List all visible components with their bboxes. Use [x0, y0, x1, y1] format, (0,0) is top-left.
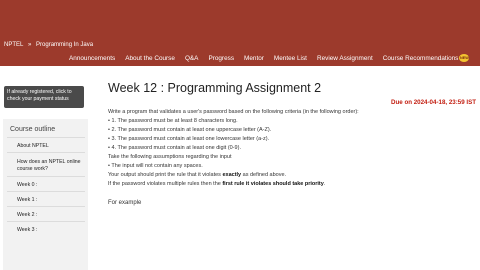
outline-item-week-2[interactable]: Week 2 :	[17, 212, 85, 219]
breadcrumb: NPTEL » Programming In Java	[4, 42, 96, 48]
outline-item-week-0[interactable]: Week 0 :	[17, 182, 85, 189]
rule-4: • 4. The password must contain at least …	[108, 145, 241, 151]
course-outline: Course outline About NPTEL How does an N…	[3, 119, 88, 270]
breadcrumb-org[interactable]: NPTEL	[4, 42, 23, 48]
outline-divider	[7, 221, 85, 222]
nav-about-course[interactable]: About the Course	[120, 53, 180, 65]
outline-divider	[7, 206, 85, 207]
output-instruction-emphasis: exactly	[222, 172, 242, 178]
output-instruction-end: as defined above.	[241, 172, 287, 178]
output-instruction: Your output should print the rule that i…	[108, 172, 286, 178]
outline-divider	[7, 152, 85, 153]
nav-course-recommendations-label: Course Recommendations	[382, 55, 459, 62]
outline-item-about-nptel[interactable]: About NPTEL	[17, 143, 85, 150]
output-instruction-start: Your output should print the rule that i…	[108, 172, 223, 178]
due-date: Due on 2024-04-18, 23:59 IST	[391, 99, 476, 106]
outline-divider	[7, 191, 85, 192]
outline-item-how-course-works[interactable]: How does an NPTEL online course work?	[17, 159, 85, 173]
assumptions-intro: Take the following assumptions regarding…	[108, 154, 232, 160]
priority-instruction: If the password violates multiple rules …	[108, 181, 325, 187]
outline-divider	[7, 176, 85, 177]
nav-qa[interactable]: Q&A	[180, 53, 204, 65]
course-outline-title: Course outline	[10, 126, 56, 133]
outline-item-week-1[interactable]: Week 1 :	[17, 197, 85, 204]
page-title: Week 12 : Programming Assignment 2	[108, 81, 322, 95]
priority-instruction-emphasis: first rule it violates should take prior…	[222, 181, 324, 187]
example-label: For example	[108, 200, 142, 206]
breadcrumb-course[interactable]: Programming In Java	[36, 42, 93, 48]
assumption-item: • The input will not contain any spaces.	[108, 163, 203, 169]
nav-review-assignment[interactable]: Review Assignment	[312, 53, 378, 65]
top-banner: NPTEL » Programming In Java Announcement…	[0, 0, 480, 66]
nav-mentee-list[interactable]: Mentee List	[269, 53, 312, 65]
nav-course-recommendations[interactable]: Course Recommendations NEW	[378, 53, 475, 65]
course-nav: Announcements About the Course Q&A Progr…	[64, 53, 474, 65]
new-badge: NEW	[459, 54, 470, 63]
nav-mentor[interactable]: Mentor	[239, 53, 269, 65]
rule-2: • 2. The password must contain at least …	[108, 127, 272, 133]
rule-3: • 3. The password must contain at least …	[108, 136, 270, 142]
breadcrumb-separator: »	[28, 42, 32, 48]
rule-1: • 1. The password must be at least 8 cha…	[108, 118, 238, 124]
assignment-panel: Week 12 : Programming Assignment 2 Due o…	[97, 66, 480, 270]
nav-progress[interactable]: Progress	[203, 53, 239, 65]
priority-instruction-end: .	[323, 181, 326, 187]
assignment-intro: Write a program that validates a user's …	[108, 109, 359, 115]
outline-divider	[7, 137, 85, 138]
outline-item-week-3[interactable]: Week 3 :	[17, 227, 85, 234]
nav-announcements[interactable]: Announcements	[64, 53, 120, 65]
payment-status-button[interactable]: If already registered, click to check yo…	[4, 86, 84, 108]
priority-instruction-start: If the password violates multiple rules …	[108, 181, 223, 187]
